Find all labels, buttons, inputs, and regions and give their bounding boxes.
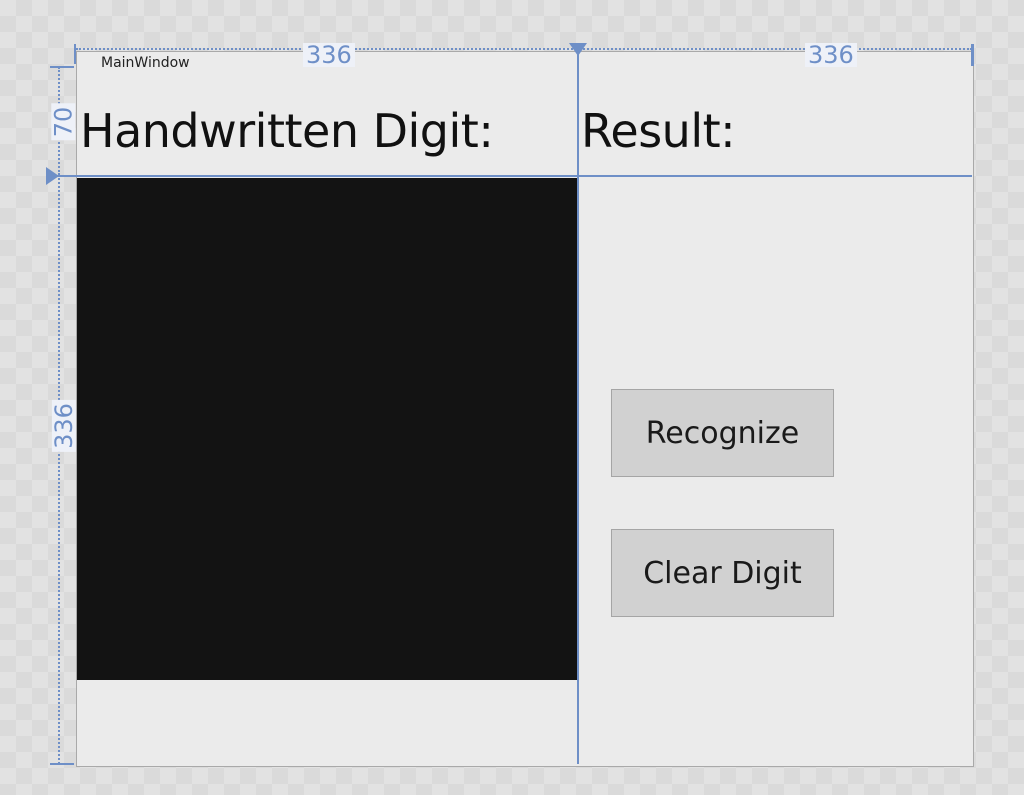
column-divider-guide <box>577 48 579 764</box>
recognize-button[interactable]: Recognize <box>611 389 834 477</box>
dimension-tick <box>971 44 974 66</box>
column-splitter-marker-icon[interactable] <box>569 43 587 56</box>
row-dimension-line <box>58 178 60 764</box>
dimension-tick <box>74 44 76 64</box>
row-height-label: 336 <box>50 400 78 452</box>
column-dimension-line <box>580 48 972 50</box>
input-heading: Handwritten Digit: <box>80 104 494 158</box>
result-heading: Result: <box>581 104 736 158</box>
row-height-label: 70 <box>49 103 77 141</box>
column-width-label: 336 <box>805 43 857 67</box>
column-width-label: 336 <box>303 43 355 67</box>
window-title: MainWindow <box>101 55 190 71</box>
drawing-canvas[interactable] <box>77 178 577 680</box>
row-divider-guide <box>54 175 972 177</box>
clear-digit-button[interactable]: Clear Digit <box>611 529 834 617</box>
dimension-tick <box>50 763 74 765</box>
dimension-tick <box>50 66 74 68</box>
row-splitter-marker-icon[interactable] <box>46 167 59 185</box>
